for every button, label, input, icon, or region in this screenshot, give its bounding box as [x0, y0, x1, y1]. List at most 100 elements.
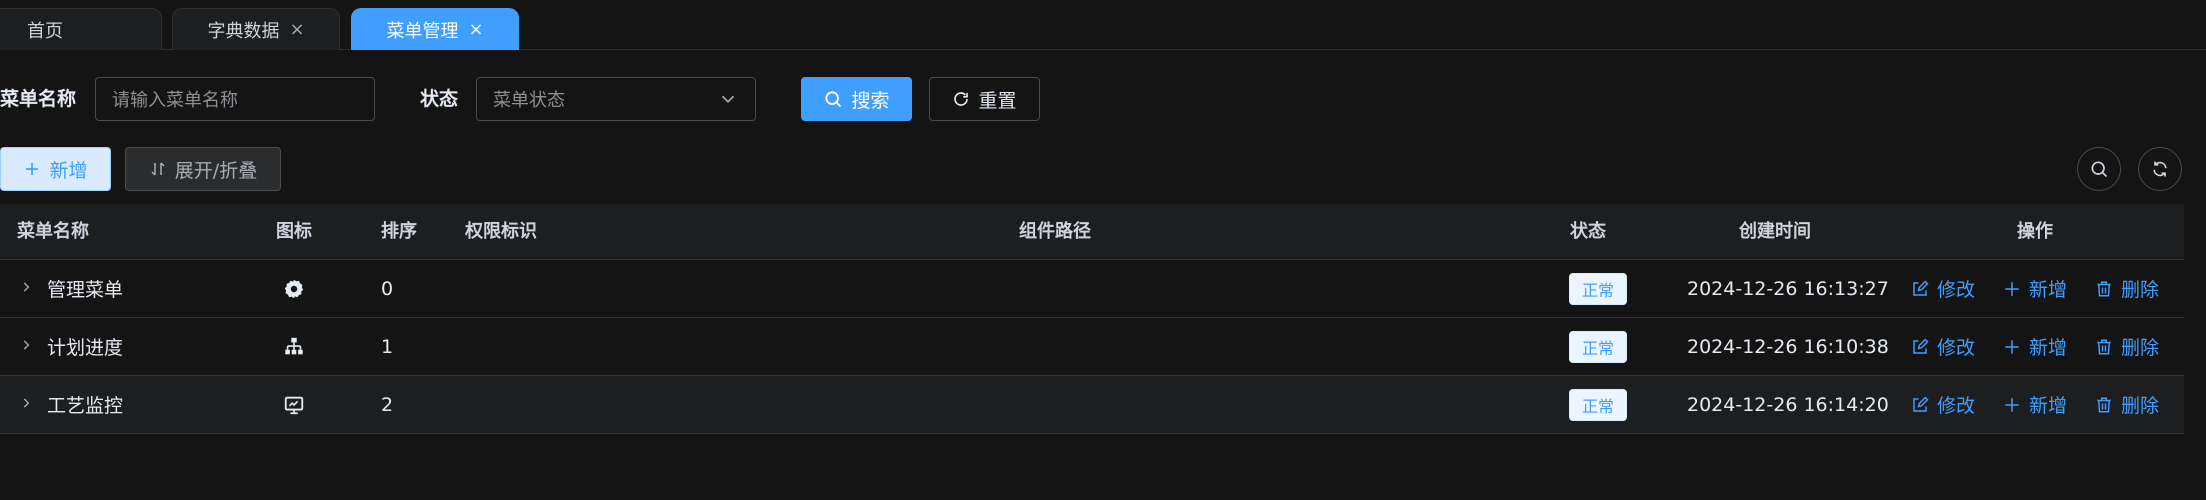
refresh-icon	[2153, 161, 2167, 177]
plus-icon	[2005, 281, 2019, 296]
table-header: 菜单名称 图标 排序 权限标识 组件路径 状态 创建时间 操作	[0, 204, 2184, 260]
menu-name-placeholder: 请输入菜单名称	[112, 90, 238, 111]
plus-icon	[2005, 397, 2019, 412]
header-component: 组件路径	[1019, 221, 1091, 242]
status-badge: 正常	[1569, 330, 1628, 363]
gear-icon	[283, 260, 305, 317]
add-label: 新增	[2029, 395, 2068, 417]
delete-link[interactable]: 删除	[2095, 275, 2159, 302]
trash-icon	[2097, 397, 2111, 412]
menu-name-label: 菜单名称	[0, 88, 77, 110]
table-row: 工艺监控 2 正常 2024-12-26 16:14:20 修改 新增 删除	[0, 376, 2184, 434]
tree-structure-icon	[283, 318, 305, 375]
status-badge: 正常	[1569, 388, 1628, 421]
tab-menu-management[interactable]: 菜单管理 ×	[351, 8, 519, 50]
cell-created: 2024-12-26 16:10:38	[1687, 335, 1889, 358]
menu-name: 工艺监控	[47, 395, 124, 417]
trash-icon	[2097, 339, 2111, 354]
tab-label: 字典数据	[207, 20, 280, 42]
add-child-link[interactable]: 新增	[2003, 391, 2067, 418]
tab-label: 首页	[27, 20, 63, 42]
search-button[interactable]: 搜索	[801, 77, 912, 121]
cell-status: 正常	[1569, 260, 1628, 317]
tab-label: 菜单管理	[386, 20, 459, 42]
header-perms: 权限标识	[465, 221, 537, 242]
header-icon: 图标	[276, 221, 312, 242]
chevron-right-icon[interactable]	[19, 337, 33, 356]
status-placeholder: 菜单状态	[493, 90, 565, 111]
delete-label: 删除	[2121, 395, 2160, 417]
edit-label: 修改	[1937, 337, 1976, 359]
delete-link[interactable]: 删除	[2095, 391, 2159, 418]
menu-name: 管理菜单	[47, 279, 124, 301]
delete-label: 删除	[2121, 279, 2160, 301]
expand-collapse-label: 展开/折叠	[174, 159, 258, 182]
add-child-link[interactable]: 新增	[2003, 275, 2067, 302]
refresh-button[interactable]	[2138, 147, 2182, 191]
cell-order: 2	[381, 393, 394, 416]
tab-bar: 首页 字典数据 × 菜单管理 ×	[0, 0, 2206, 50]
header-created: 创建时间	[1739, 221, 1811, 242]
cell-menu-name: 计划进度	[19, 318, 123, 375]
chevron-right-icon[interactable]	[19, 395, 33, 414]
header-menu-name: 菜单名称	[17, 221, 89, 242]
edit-label: 修改	[1937, 279, 1976, 301]
tab-home[interactable]: 首页	[0, 8, 162, 50]
edit-link[interactable]: 修改	[1911, 391, 1975, 418]
cell-status: 正常	[1569, 318, 1628, 375]
close-icon[interactable]: ×	[289, 19, 304, 40]
menu-management-page: 首页 字典数据 × 菜单管理 × 菜单名称 请输入菜单名称 状态 菜单状态 搜索…	[0, 0, 2206, 500]
add-child-link[interactable]: 新增	[2003, 333, 2067, 360]
tab-dict-data[interactable]: 字典数据 ×	[172, 8, 340, 50]
header-actions: 操作	[2017, 221, 2053, 242]
edit-icon	[1913, 395, 1929, 412]
monitor-icon	[283, 376, 305, 433]
trash-icon	[2097, 281, 2111, 296]
menu-table: 菜单名称 图标 排序 权限标识 组件路径 状态 创建时间 操作 管理菜单 0 正…	[0, 204, 2184, 434]
reset-button[interactable]: 重置	[929, 77, 1040, 121]
header-order: 排序	[381, 221, 417, 242]
search-icon	[2091, 161, 2108, 178]
sort-icon	[151, 162, 165, 176]
toggle-search-button[interactable]	[2077, 147, 2121, 191]
edit-icon	[1913, 279, 1929, 296]
cell-order: 1	[381, 335, 394, 358]
search-icon	[825, 91, 842, 108]
add-label: 新增	[2029, 279, 2068, 301]
refresh-icon	[954, 92, 969, 106]
chevron-down-icon	[717, 88, 739, 115]
chevron-right-icon[interactable]	[19, 279, 33, 298]
cell-actions: 修改 新增 删除	[1911, 376, 2159, 433]
status-label: 状态	[420, 88, 459, 110]
close-icon[interactable]: ×	[468, 19, 483, 40]
cell-created: 2024-12-26 16:13:27	[1687, 277, 1889, 300]
cell-status: 正常	[1569, 376, 1628, 433]
expand-collapse-button[interactable]: 展开/折叠	[125, 147, 281, 191]
status-select[interactable]: 菜单状态	[476, 77, 756, 121]
table-row: 管理菜单 0 正常 2024-12-26 16:13:27 修改 新增 删除	[0, 260, 2184, 318]
delete-link[interactable]: 删除	[2095, 333, 2159, 360]
menu-name-input[interactable]: 请输入菜单名称	[95, 77, 375, 121]
delete-label: 删除	[2121, 337, 2160, 359]
cell-actions: 修改 新增 删除	[1911, 318, 2159, 375]
add-button-label: 新增	[49, 159, 88, 182]
edit-link[interactable]: 修改	[1911, 333, 1975, 360]
cell-actions: 修改 新增 删除	[1911, 260, 2159, 317]
cell-order: 0	[381, 277, 394, 300]
plus-icon	[2005, 339, 2019, 354]
menu-name: 计划进度	[47, 337, 124, 359]
edit-link[interactable]: 修改	[1911, 275, 1975, 302]
search-button-label: 搜索	[851, 89, 890, 112]
add-label: 新增	[2029, 337, 2068, 359]
header-status: 状态	[1570, 221, 1606, 242]
reset-button-label: 重置	[978, 89, 1017, 112]
cell-menu-name: 管理菜单	[19, 260, 123, 317]
edit-icon	[1913, 337, 1929, 354]
table-row: 计划进度 1 正常 2024-12-26 16:10:38 修改 新增 删除	[0, 318, 2184, 376]
cell-created: 2024-12-26 16:14:20	[1687, 393, 1889, 416]
cell-menu-name: 工艺监控	[19, 376, 123, 433]
plus-icon	[26, 163, 39, 175]
edit-label: 修改	[1937, 395, 1976, 417]
add-button[interactable]: 新增	[0, 147, 111, 191]
status-badge: 正常	[1569, 272, 1628, 305]
